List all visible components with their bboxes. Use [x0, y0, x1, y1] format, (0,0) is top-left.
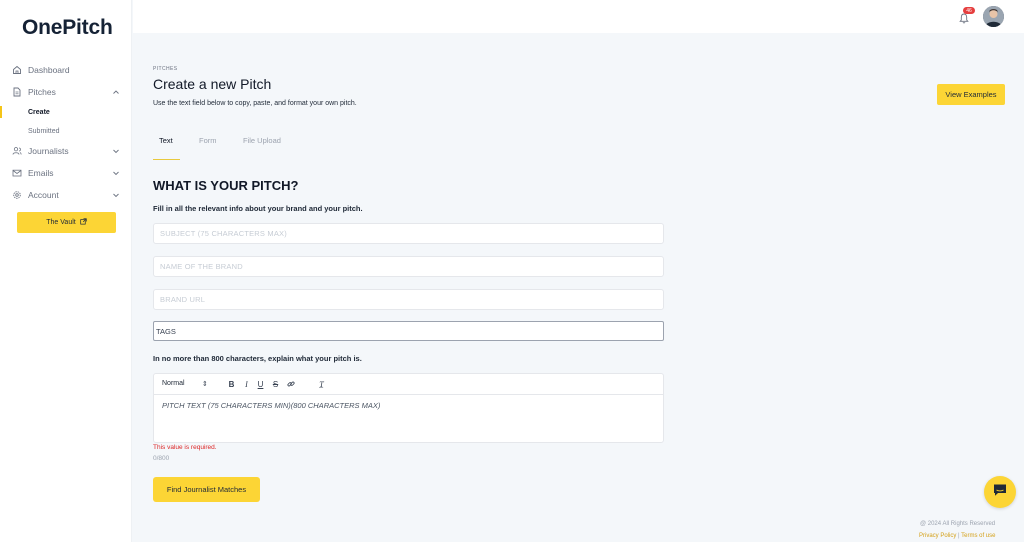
page-title: Create a new Pitch — [153, 76, 272, 92]
sidebar-subitem-create[interactable]: Create — [0, 104, 132, 120]
editor-toolbar: Normal ⇕ B I U S T̲ — [154, 374, 663, 395]
section-title: WHAT IS YOUR PITCH? — [153, 178, 299, 193]
find-journalist-matches-button[interactable]: Find Journalist Matches — [153, 477, 260, 502]
chevron-up-icon — [112, 88, 120, 96]
sidebar-item-emails[interactable]: Emails — [0, 163, 132, 183]
sidebar-item-journalists[interactable]: Journalists — [0, 141, 132, 161]
character-counter: 0/800 — [153, 455, 170, 462]
document-icon — [12, 87, 22, 97]
sidebar-item-pitches[interactable]: Pitches — [0, 82, 132, 102]
footer-links: Privacy Policy | Terms of use — [919, 533, 996, 539]
external-link-icon — [80, 218, 87, 227]
footer-separator: | — [958, 533, 960, 539]
privacy-policy-link[interactable]: Privacy Policy — [919, 533, 956, 539]
vault-button-label: The Vault — [46, 219, 76, 226]
sidebar-item-label: Dashboard — [28, 65, 70, 75]
home-icon — [12, 65, 22, 75]
view-examples-button[interactable]: View Examples — [937, 84, 1005, 105]
sidebar-item-label: Account — [28, 190, 59, 200]
tags-select[interactable]: TAGS — [153, 321, 664, 341]
clear-format-icon[interactable]: T̲ — [317, 379, 326, 389]
tab-text[interactable]: Text — [159, 136, 173, 145]
breadcrumb: PITCHES — [153, 66, 178, 72]
vault-button[interactable]: The Vault — [17, 212, 116, 233]
top-bar — [133, 0, 1024, 33]
pitch-text-area[interactable]: PITCH TEXT (75 CHARACTERS MIN)(800 CHARA… — [162, 401, 380, 410]
sidebar-item-account[interactable]: Account — [0, 185, 132, 205]
logo[interactable]: OnePitch — [22, 16, 113, 40]
sidebar-item-label: Pitches — [28, 87, 56, 97]
strikethrough-icon[interactable]: S — [271, 379, 280, 389]
brand-name-input[interactable] — [153, 256, 664, 277]
tags-label: TAGS — [156, 326, 176, 336]
copyright: @ 2024 All Rights Reserved — [920, 521, 996, 527]
notification-badge: 46 — [963, 7, 975, 14]
chevron-down-icon — [112, 147, 120, 155]
users-icon — [12, 146, 22, 156]
terms-link[interactable]: Terms of use — [961, 533, 995, 539]
sidebar-item-label: Journalists — [28, 146, 69, 156]
error-message: This value is required. — [153, 444, 217, 451]
mail-icon — [12, 168, 22, 178]
avatar[interactable] — [983, 6, 1004, 27]
chevron-down-icon — [112, 169, 120, 177]
sidebar-subitem-label: Create — [28, 108, 50, 116]
sidebar: OnePitch Dashboard Pitches Create Submit… — [0, 0, 132, 542]
active-indicator — [0, 106, 2, 118]
active-tab-indicator — [153, 159, 180, 160]
underline-icon[interactable]: U — [256, 379, 265, 389]
sidebar-item-dashboard[interactable]: Dashboard — [0, 60, 132, 80]
sidebar-item-label: Emails — [28, 168, 54, 178]
gear-icon — [12, 190, 22, 200]
sidebar-subitem-label: Submitted — [28, 127, 60, 135]
subject-input[interactable] — [153, 223, 664, 244]
tab-form[interactable]: Form — [199, 136, 217, 145]
select-caret-icon: ⇕ — [202, 381, 208, 388]
pitch-limit-label: In no more than 800 characters, explain … — [153, 354, 362, 363]
format-select[interactable]: Normal — [162, 380, 185, 387]
link-icon[interactable] — [286, 379, 295, 389]
bold-icon[interactable]: B — [227, 379, 236, 389]
tab-file-upload[interactable]: File Upload — [243, 136, 281, 145]
chat-icon — [992, 482, 1008, 503]
section-description: Fill in all the relevant info about your… — [153, 204, 363, 213]
chat-button[interactable] — [984, 476, 1016, 508]
pitch-editor: Normal ⇕ B I U S T̲ PITCH TEXT (75 CHARA… — [153, 373, 664, 443]
italic-icon[interactable]: I — [242, 379, 251, 389]
brand-url-input[interactable] — [153, 289, 664, 310]
page-description: Use the text field below to copy, paste,… — [153, 100, 357, 107]
sidebar-subitem-submitted[interactable]: Submitted — [0, 123, 132, 139]
chevron-down-icon — [112, 191, 120, 199]
